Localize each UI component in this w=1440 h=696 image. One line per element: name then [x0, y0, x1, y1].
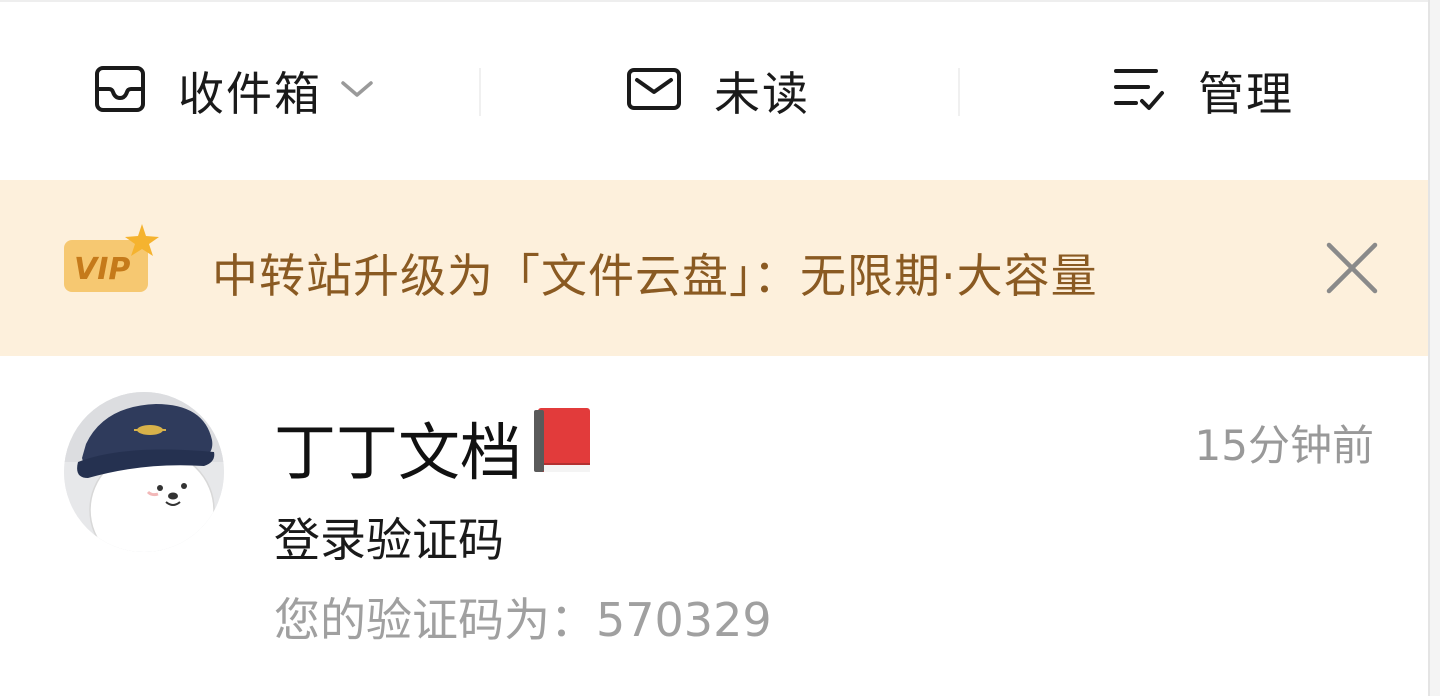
list-check-icon: [1112, 65, 1166, 117]
red-book-icon: [532, 406, 594, 489]
banner-text: 中转站升级为「文件云盘」：无限期·大容量: [212, 249, 1098, 303]
unread-filter-button[interactable]: 未读: [626, 2, 810, 180]
toolbar-separator: [958, 68, 960, 116]
message-time: 15分钟前: [1194, 421, 1374, 470]
inbox-folder-selector[interactable]: 收件箱: [94, 2, 374, 180]
envelope-icon: [626, 67, 682, 115]
message-preview: 您的验证码为：570329: [274, 593, 772, 647]
scrollbar-track[interactable]: [1428, 0, 1440, 696]
mail-screen: 收件箱 未读 管理 VIP 中转站升级为「文件云盘」：无限期·大容量 丁丁文档 …: [0, 0, 1440, 696]
inbox-label: 收件箱: [178, 67, 322, 121]
close-icon[interactable]: [1322, 238, 1382, 298]
unread-label: 未读: [714, 67, 810, 121]
avatar: [64, 392, 224, 552]
sender-name-text: 丁丁文档: [274, 416, 523, 489]
sender-name: 丁丁文档: [274, 402, 594, 492]
manage-button[interactable]: 管理: [1112, 2, 1294, 180]
mail-toolbar: 收件箱 未读 管理: [0, 2, 1428, 180]
toolbar-separator: [479, 68, 481, 116]
chevron-down-icon: [340, 79, 374, 103]
mail-list-item[interactable]: 丁丁文档 15分钟前 登录验证码 您的验证码为：570329: [0, 356, 1428, 696]
vip-badge-text: VIP: [74, 252, 130, 287]
message-subject: 登录验证码: [274, 513, 504, 567]
manage-label: 管理: [1198, 67, 1294, 121]
inbox-tray-icon: [94, 65, 146, 117]
vip-badge-icon: VIP: [64, 222, 164, 298]
